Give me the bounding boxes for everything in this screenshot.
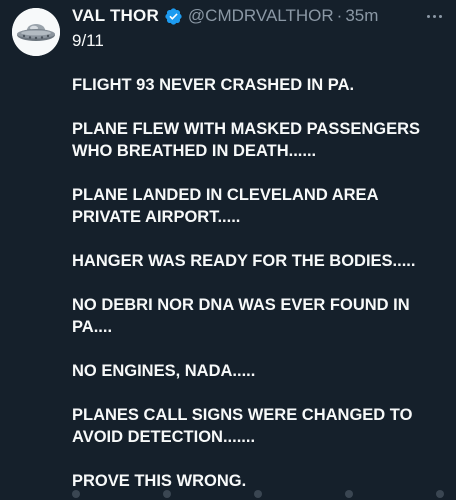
retweet-icon[interactable] [163, 490, 171, 498]
display-name[interactable]: VAL THOR [72, 6, 159, 26]
tweet-text: 9/11 FLIGHT 93 NEVER CRASHED IN PA. PLAN… [72, 30, 444, 492]
tweet-paragraph: FLIGHT 93 NEVER CRASHED IN PA. [72, 76, 355, 94]
tweet-date-line: 9/11 [72, 31, 104, 50]
tweet-paragraph: HANGER WAS READY FOR THE BODIES..... [72, 252, 416, 270]
ufo-avatar-icon [12, 8, 60, 56]
tweet-paragraph: PLANE LANDED IN CLEVELAND AREA PRIVATE A… [72, 186, 379, 226]
tweet-paragraph: NO DEBRI NOR DNA WAS EVER FOUND IN PA...… [72, 296, 410, 336]
separator-dot: · [336, 6, 343, 25]
timestamp[interactable]: 35m [345, 6, 378, 26]
views-icon[interactable] [345, 490, 353, 498]
tweet-header: VAL THOR @CMDRVALTHOR · 35m [72, 5, 378, 27]
reply-icon[interactable] [72, 490, 80, 498]
tweet-paragraph: PLANES CALL SIGNS WERE CHANGED TO AVOID … [72, 406, 413, 446]
user-handle[interactable]: @CMDRVALTHOR [188, 6, 334, 26]
verified-badge-icon [164, 7, 183, 26]
avatar[interactable] [12, 8, 60, 56]
more-options-icon[interactable] [424, 6, 444, 26]
tweet-paragraph: PROVE THIS WRONG. [72, 472, 247, 490]
share-icon[interactable] [436, 490, 444, 498]
like-icon[interactable] [254, 490, 262, 498]
tweet-actions-bar [72, 490, 444, 498]
tweet-paragraph: NO ENGINES, NADA..... [72, 362, 256, 380]
tweet-paragraph: PLANE FLEW WITH MASKED PASSENGERS WHO BR… [72, 120, 421, 160]
